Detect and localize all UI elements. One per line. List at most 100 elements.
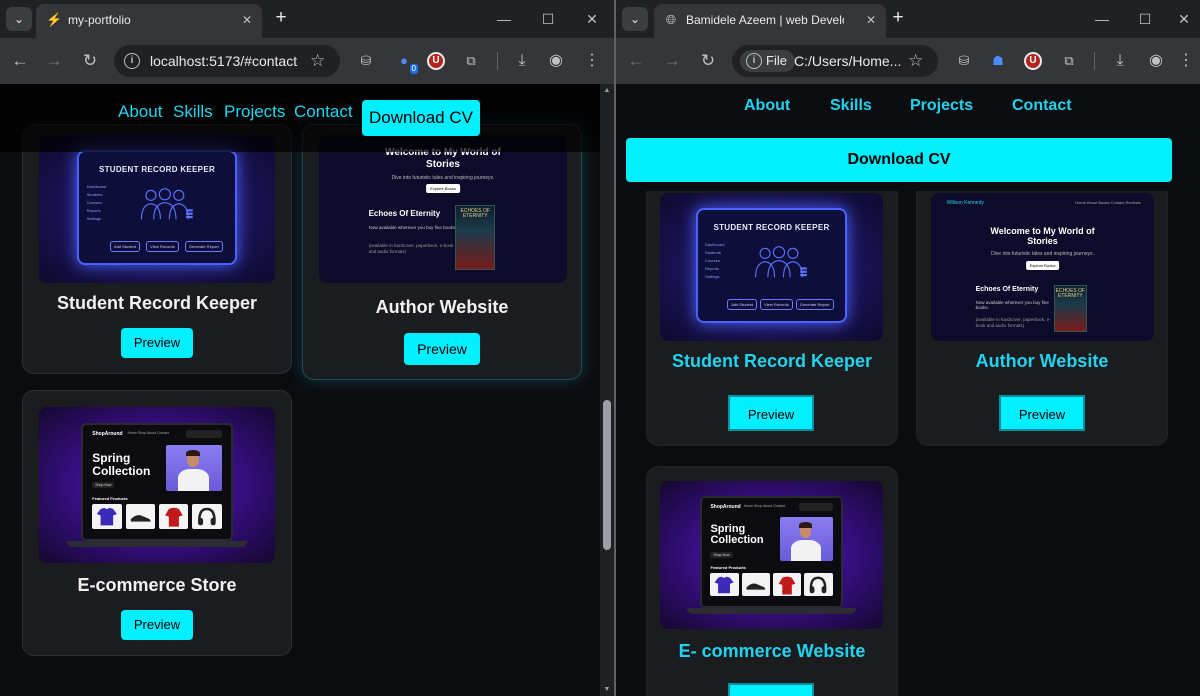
thumb-echoes-title: Echoes Of Eternity: [368, 209, 441, 218]
students-illustration: [140, 188, 193, 220]
profile-icon[interactable]: ◉: [546, 51, 566, 71]
download-cv-button[interactable]: Download CV: [626, 138, 1172, 182]
thumb-search: [799, 503, 833, 511]
toolbar-divider: [1094, 52, 1095, 70]
browser-toolbar: ← → ↻ i File C:/Users/Home... ☆ ⛁ ☗ U ⧉ ⤓…: [616, 38, 1200, 84]
book-cover-image: ECHOES OF ETERNITY: [455, 204, 496, 270]
preview-button[interactable]: Preview: [999, 395, 1085, 431]
author-website-thumbnail: Willson Kennedy Home About Books Contact…: [931, 193, 1154, 341]
side-item: Dashboard: [86, 183, 107, 189]
download-icon[interactable]: ⤓: [512, 51, 532, 71]
nav-link-about[interactable]: About: [744, 97, 790, 115]
thumb-sidebar: Dashboard Students Courses Reports Setti…: [705, 241, 725, 281]
tab-search-button[interactable]: ⌄: [6, 7, 32, 31]
thumb-button: Generate Report: [795, 299, 834, 311]
close-tab-icon[interactable]: ✕: [866, 4, 876, 36]
database-extension-icon[interactable]: ⛁: [954, 51, 974, 71]
thumb-menu: Home Shop About Contact: [743, 504, 786, 509]
thumb-menu: Home About Books Contact Reviews: [1075, 200, 1141, 206]
ublock-icon[interactable]: U: [1024, 52, 1042, 70]
url-text[interactable]: C:/Users/Home...: [794, 45, 901, 77]
nav-link-contact[interactable]: Contact: [1012, 97, 1072, 115]
maximize-button[interactable]: ☐: [528, 4, 568, 34]
thumb-title: STUDENT RECORD KEEPER: [713, 223, 830, 233]
nav-link-skills[interactable]: Skills: [173, 102, 213, 122]
close-window-button[interactable]: ✕: [1164, 4, 1200, 34]
preview-button[interactable]: Preview: [121, 328, 193, 358]
more-menu-icon[interactable]: ⋮: [1176, 51, 1196, 71]
thumb-featured: Featured Products: [92, 495, 128, 501]
project-title: E-commerce Store: [77, 575, 237, 595]
right-browser-window: ⌄ 🌐︎ Bamidele Azeem | web Develop ✕ + — …: [616, 0, 1200, 696]
project-title: Student Record Keeper: [671, 351, 873, 371]
ublock-icon[interactable]: U: [427, 52, 445, 70]
puzzle-extensions-icon[interactable]: ⧉: [1059, 51, 1079, 71]
tab-title: Bamidele Azeem | web Develop: [686, 13, 844, 27]
thumb-button: View Records: [146, 241, 179, 253]
minimize-button[interactable]: —: [484, 4, 524, 34]
new-tab-button[interactable]: +: [886, 7, 910, 31]
close-tab-icon[interactable]: ✕: [242, 4, 252, 36]
thumb-hero-model: [779, 517, 833, 561]
project-card-ecommerce: ShopAround Home Shop About Contact Sprin…: [646, 466, 898, 696]
tab-bamidele-azeem[interactable]: 🌐︎ Bamidele Azeem | web Develop ✕: [654, 4, 886, 38]
laptop-screen: ShopAround Home Shop About Contact Sprin…: [81, 422, 233, 542]
thumb-echoes-desc: Now available wherever you buy fine book…: [975, 299, 1049, 311]
close-window-button[interactable]: ✕: [572, 4, 612, 34]
scroll-up-arrow[interactable]: ▲: [600, 87, 614, 94]
back-icon[interactable]: ←: [8, 49, 32, 73]
nav-link-projects[interactable]: Projects: [910, 97, 973, 115]
nav-link-about[interactable]: About: [118, 102, 162, 122]
preview-button[interactable]: Preview: [121, 610, 193, 640]
preview-button[interactable]: Preview: [404, 333, 480, 365]
profile-icon[interactable]: ◉: [1146, 51, 1166, 71]
reload-icon[interactable]: ↻: [78, 49, 102, 73]
puzzle-extensions-icon[interactable]: ⧉: [461, 51, 481, 71]
minimize-button[interactable]: —: [1082, 4, 1122, 34]
laptop-base: [686, 608, 857, 615]
file-scheme-chip[interactable]: i File: [740, 50, 795, 72]
thumb-hero-model: [165, 445, 222, 492]
more-menu-icon[interactable]: ⋮: [582, 51, 602, 71]
nav-link-contact[interactable]: Contact: [294, 102, 353, 122]
scrollbar-thumb[interactable]: [603, 400, 611, 550]
thumb-welcome: Welcome to My World of Stories: [990, 225, 1095, 247]
nav-link-projects[interactable]: Projects: [224, 102, 285, 122]
side-item: Reports: [86, 207, 101, 213]
forward-icon[interactable]: →: [660, 49, 684, 73]
nav-link-skills[interactable]: Skills: [830, 97, 872, 115]
thumb-buttons: Add Student View Records Generate Report: [727, 299, 834, 311]
extension-icon[interactable]: ● 0: [394, 51, 418, 74]
side-item: Dashboard: [705, 241, 725, 247]
download-cv-button[interactable]: Download CV: [362, 100, 480, 136]
new-tab-button[interactable]: +: [269, 7, 293, 31]
address-bar[interactable]: i File C:/Users/Home... ☆: [732, 45, 938, 77]
tab-search-button[interactable]: ⌄: [622, 7, 648, 31]
download-icon[interactable]: ⤓: [1110, 51, 1130, 71]
preview-button[interactable]: Preview: [728, 683, 814, 696]
preview-button[interactable]: Preview: [728, 395, 814, 431]
thumb-title: STUDENT RECORD KEEPER: [98, 165, 216, 175]
address-bar[interactable]: i localhost:5173/#contact ☆: [114, 45, 340, 77]
page-scrollbar[interactable]: ▲ ▼: [600, 84, 614, 696]
thumb-echoes-formats: (available in hardcover, paperback, e-bo…: [975, 317, 1051, 329]
info-icon[interactable]: i: [124, 53, 140, 69]
reload-icon[interactable]: ↻: [696, 49, 720, 73]
author-website-thumbnail: Welcome to My World of Stories Dive into…: [319, 135, 567, 283]
thumb-explore-button: Explore Books: [426, 183, 460, 193]
bookmark-star-icon[interactable]: ☆: [908, 45, 923, 77]
back-icon[interactable]: ←: [624, 49, 648, 73]
maximize-button[interactable]: ☐: [1125, 4, 1165, 34]
bookmark-star-icon[interactable]: ☆: [310, 45, 325, 77]
book-cover-image: ECHOES OF ETERNITY: [1053, 284, 1088, 333]
scroll-down-arrow[interactable]: ▼: [600, 686, 614, 693]
dashboard-screen: STUDENT RECORD KEEPER Dashboard Students…: [76, 149, 238, 266]
forward-icon[interactable]: →: [42, 49, 66, 73]
url-text[interactable]: localhost:5173/#contact: [150, 45, 297, 77]
tab-my-portfolio[interactable]: ⚡ my-portfolio ✕: [36, 4, 262, 38]
ghost-extension-icon[interactable]: ☗: [988, 51, 1008, 71]
database-extension-icon[interactable]: ⛁: [356, 51, 376, 71]
side-item: Courses: [705, 257, 720, 263]
thumb-explore-button: Explore Books: [1025, 261, 1060, 271]
thumb-products: [92, 503, 222, 529]
